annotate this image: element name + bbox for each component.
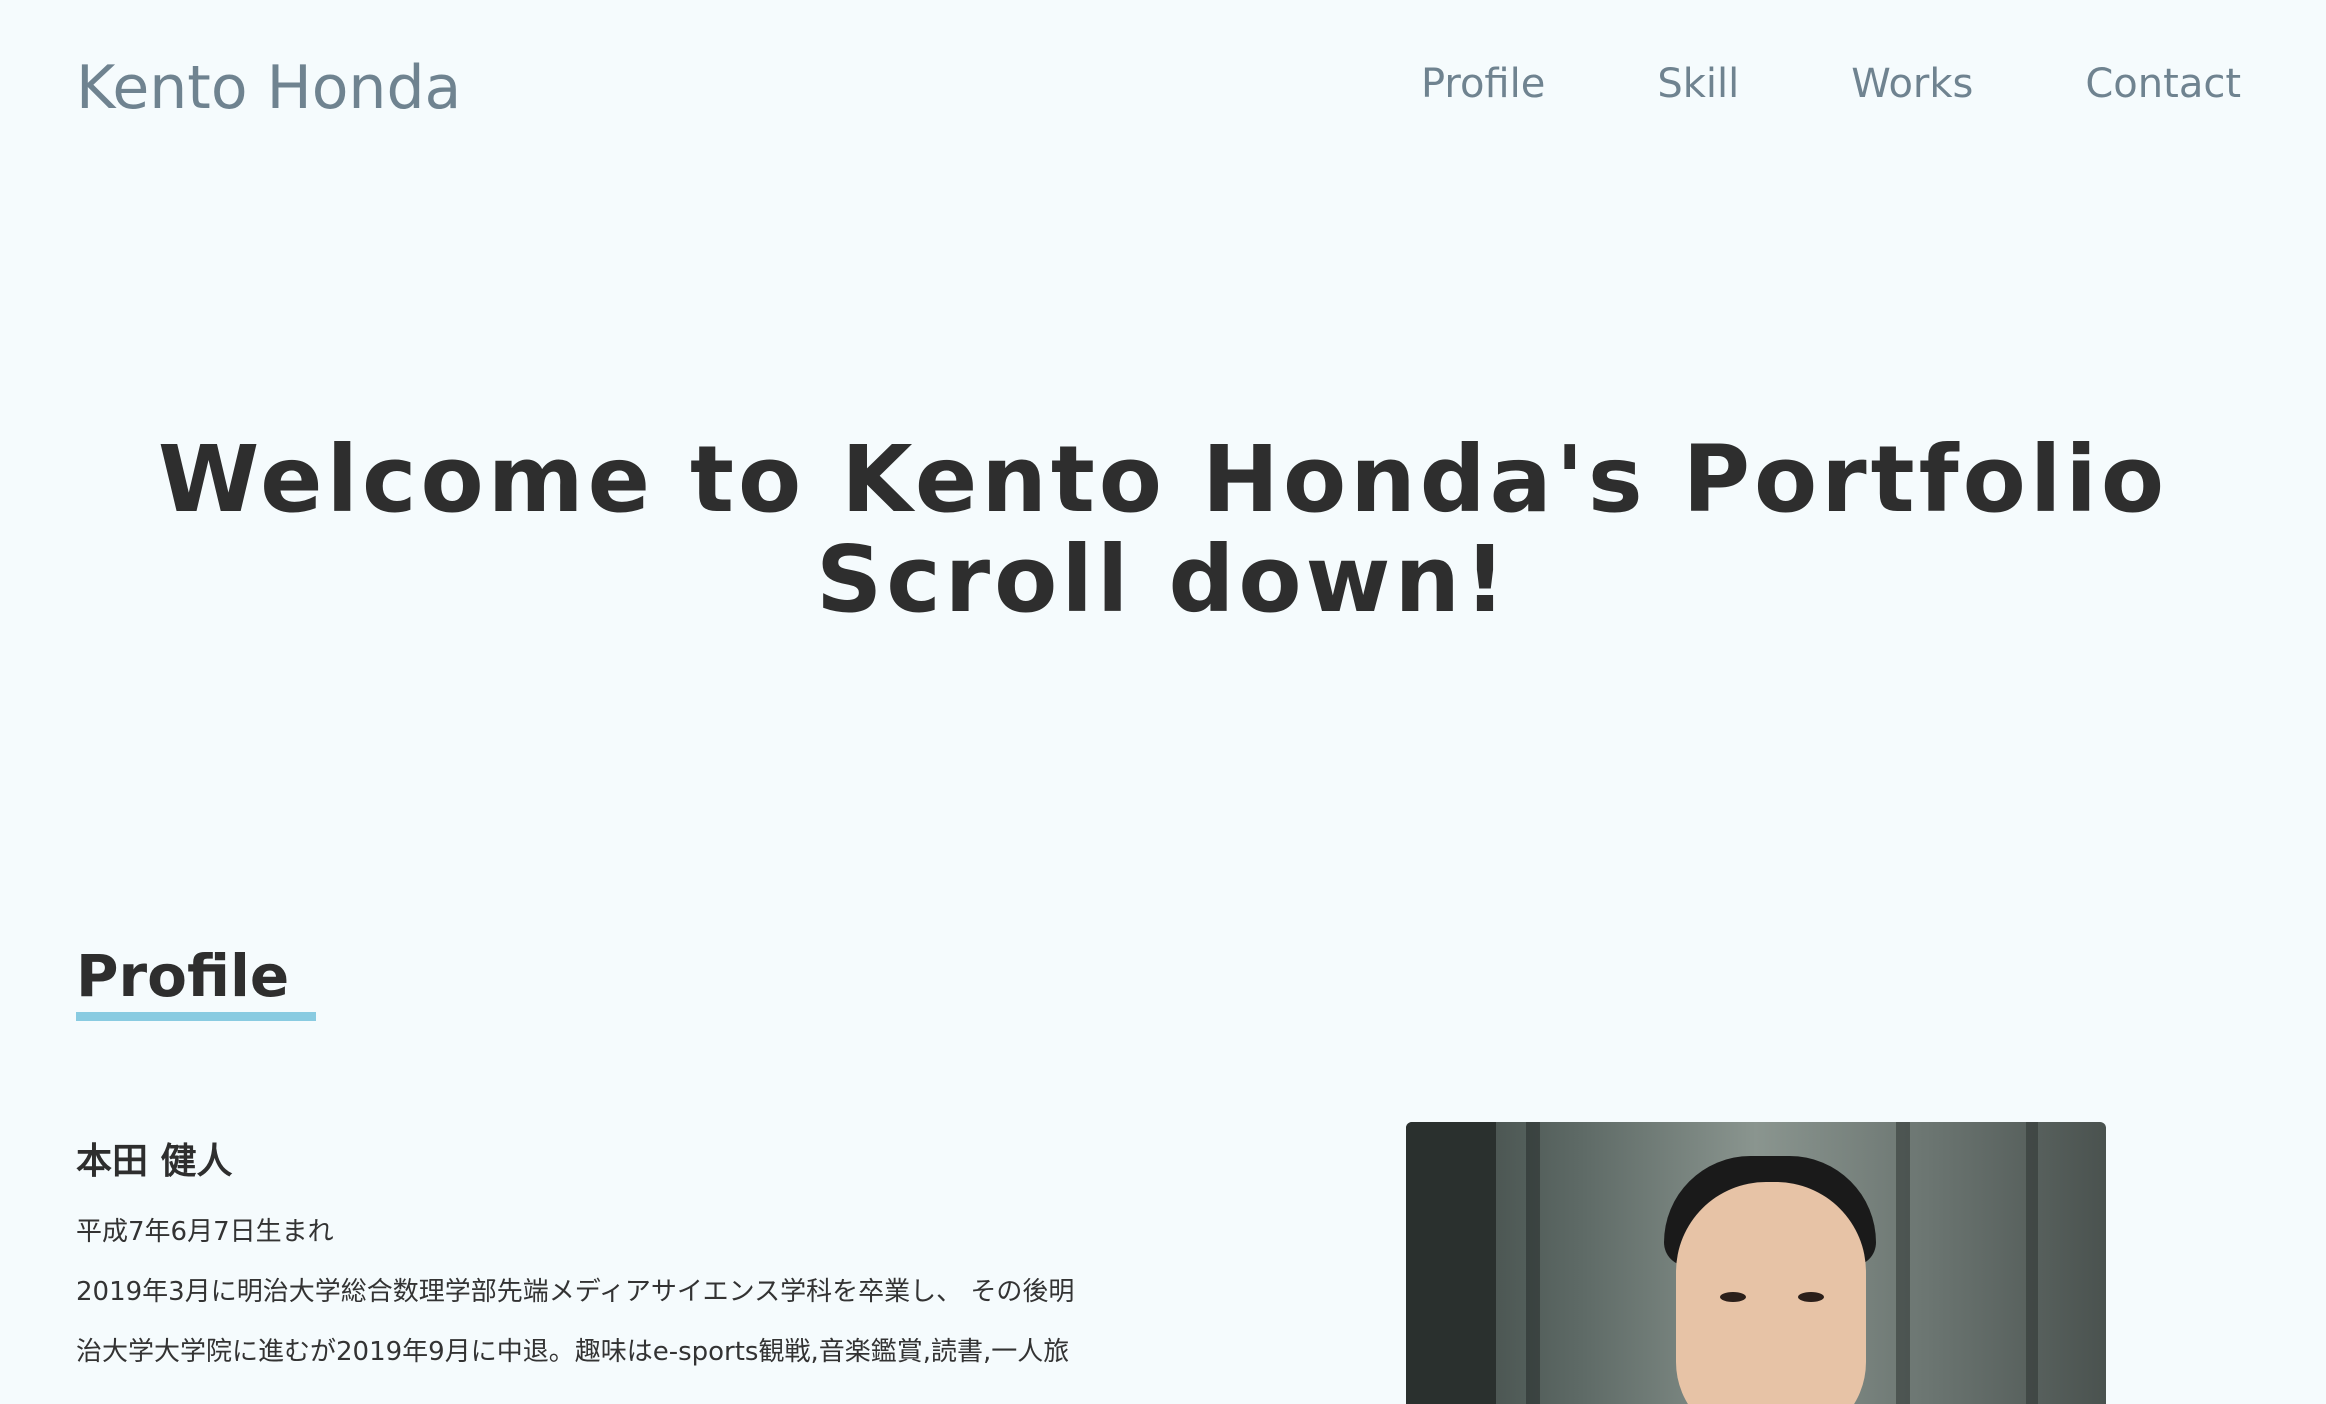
main-nav: Profile Skill Works Contact — [1421, 56, 2241, 112]
nav-link-profile[interactable]: Profile — [1421, 56, 1545, 112]
nav-link-skill[interactable]: Skill — [1657, 56, 1739, 112]
site-header: Kento Honda Profile Skill Works Contact — [0, 0, 2326, 170]
profile-bio-line: 2019年3月に明治大学総合数理学部先端メディアサイエンス学科を卒業し、 その後… — [76, 1277, 1075, 1307]
photo-background-pillar — [1896, 1122, 1910, 1404]
hero-title: Welcome to Kento Honda's Portfolio — [157, 426, 2169, 533]
photo-background-pillar — [1526, 1122, 1540, 1404]
hero-section: Welcome to Kento Honda's Portfolio Scrol… — [0, 430, 2326, 630]
page: Kento Honda Profile Skill Works Contact … — [0, 0, 2326, 1404]
photo-eye — [1798, 1292, 1824, 1302]
profile-photo — [1406, 1122, 2106, 1404]
photo-eye — [1720, 1292, 1746, 1302]
profile-bio-line: 治大学大学院に進むが2019年9月に中退。趣味はe-sports観戦,音楽鑑賞,… — [76, 1337, 1070, 1367]
profile-name: 本田 健人 — [76, 1141, 233, 1182]
nav-link-contact[interactable]: Contact — [2085, 56, 2241, 112]
section-title-underline — [76, 1012, 316, 1021]
profile-section-title: Profile — [76, 942, 290, 1010]
site-logo-link[interactable]: Kento Honda — [76, 48, 461, 128]
nav-link-works[interactable]: Works — [1851, 56, 1973, 112]
photo-face — [1676, 1182, 1866, 1404]
photo-background-building — [1406, 1122, 1496, 1404]
hero-subtitle: Scroll down! — [816, 526, 1510, 633]
profile-birthdate: 平成7年6月7日生まれ — [76, 1217, 334, 1247]
photo-background-pillar — [2026, 1122, 2038, 1404]
